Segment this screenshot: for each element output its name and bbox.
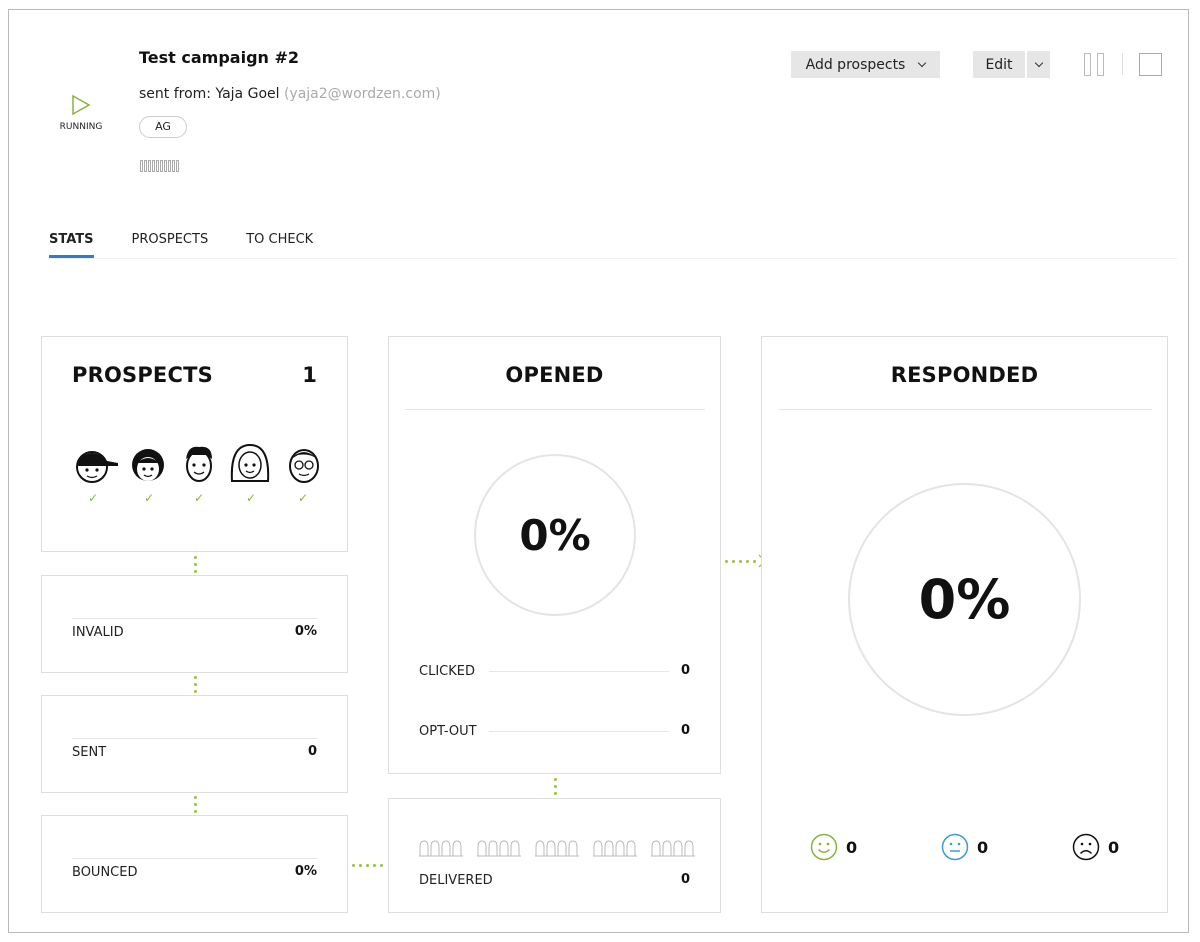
opened-title: OPENED	[505, 363, 604, 387]
people-icon	[477, 840, 521, 857]
avatar-cap-boy-icon	[76, 451, 118, 483]
sender-name: Yaja Goel	[215, 86, 280, 102]
optout-value: 0	[680, 723, 690, 738]
delivered-label: DELIVERED	[419, 873, 493, 888]
check-icon: ✓	[246, 491, 257, 505]
avatar-glasses-man-icon	[289, 449, 319, 483]
edit-button[interactable]: Edit	[973, 51, 1025, 78]
sender-prefix: sent from:	[139, 86, 216, 102]
chevron-down-icon	[1034, 58, 1043, 67]
campaign-status[interactable]: RUNNING	[49, 94, 113, 132]
campaign-tag[interactable]: AG	[139, 116, 187, 138]
opened-percent: 0%	[474, 454, 636, 616]
add-prospects-button[interactable]: Add prospects	[791, 51, 940, 78]
responded-card: RESPONDED 0% 0 0 0	[761, 336, 1168, 913]
sent-card: SENT 0	[41, 695, 348, 793]
play-icon	[72, 94, 91, 116]
tab-to-check[interactable]: TO CHECK	[246, 232, 313, 258]
edit-dropdown-button[interactable]	[1027, 51, 1050, 78]
clicked-label: CLICKED	[419, 664, 475, 679]
toolbar-divider	[1122, 53, 1123, 75]
negative-responses: 0	[1072, 833, 1119, 861]
app-frame: RUNNING Test campaign #2 sent from: Yaja…	[8, 9, 1189, 933]
sender-info: sent from: Yaja Goel (yaja2@wordzen.com)	[139, 86, 441, 102]
check-icon: ✓	[88, 491, 99, 505]
people-icon	[419, 840, 463, 857]
delivered-card: DELIVERED 0	[388, 798, 721, 913]
optout-label: OPT-OUT	[419, 724, 477, 739]
invalid-label: INVALID	[72, 625, 124, 640]
check-icon: ✓	[144, 491, 155, 505]
sender-email: (yaja2@wordzen.com)	[283, 86, 441, 102]
neutral-responses: 0	[941, 833, 988, 861]
people-icon	[651, 840, 695, 857]
tab-stats[interactable]: STATS	[49, 232, 94, 258]
sent-label: SENT	[72, 745, 107, 760]
opened-card: OPENED 0% CLICKED 0 OPT-OUT 0	[388, 336, 721, 774]
connector-dots	[352, 864, 383, 867]
neutral-count: 0	[977, 837, 989, 857]
pause-button[interactable]	[1084, 53, 1104, 76]
stop-button[interactable]	[1139, 53, 1162, 76]
progress-ticks	[140, 160, 179, 172]
connector-dots	[554, 778, 557, 795]
happy-face-icon	[810, 833, 838, 861]
connector-dots	[194, 796, 197, 813]
invalid-value: 0%	[294, 624, 317, 639]
people-icon	[593, 840, 637, 857]
positive-count: 0	[846, 837, 858, 857]
prospects-count: 1	[302, 363, 317, 387]
prospects-title: PROSPECTS	[72, 363, 213, 387]
avatar-long-hair-woman-icon	[230, 443, 270, 482]
add-prospects-label: Add prospects	[805, 56, 906, 73]
positive-responses: 0	[810, 833, 857, 861]
status-label: RUNNING	[59, 122, 103, 132]
avatar-girl-icon	[132, 449, 164, 481]
sad-face-icon	[1072, 833, 1100, 861]
campaign-title: Test campaign #2	[139, 48, 300, 67]
chevron-down-icon	[918, 58, 927, 67]
responded-title: RESPONDED	[890, 363, 1039, 387]
negative-count: 0	[1108, 837, 1120, 857]
bounced-value: 0%	[294, 864, 317, 879]
connector-arrow	[725, 554, 766, 568]
tab-prospects[interactable]: PROSPECTS	[132, 232, 209, 258]
connector-dots	[194, 676, 197, 693]
people-icon	[535, 840, 579, 857]
pause-icon	[1084, 53, 1091, 76]
clicked-value: 0	[680, 663, 690, 678]
tab-divider	[49, 258, 1177, 259]
connector-dots	[194, 556, 197, 573]
check-icon: ✓	[298, 491, 309, 505]
tab-bar: STATS PROSPECTS TO CHECK	[49, 232, 351, 258]
prospects-card: PROSPECTS 1 ✓ ✓ ✓ ✓ ✓	[41, 336, 348, 552]
sent-value: 0	[307, 744, 317, 759]
bounced-card: BOUNCED 0%	[41, 815, 348, 913]
delivered-icons	[419, 839, 695, 857]
invalid-card: INVALID 0%	[41, 575, 348, 673]
bounced-label: BOUNCED	[72, 865, 138, 880]
avatar-boy-icon	[186, 446, 212, 482]
delivered-value: 0	[680, 872, 690, 887]
check-icon: ✓	[194, 491, 205, 505]
responded-percent: 0%	[848, 483, 1081, 716]
neutral-face-icon	[941, 833, 969, 861]
